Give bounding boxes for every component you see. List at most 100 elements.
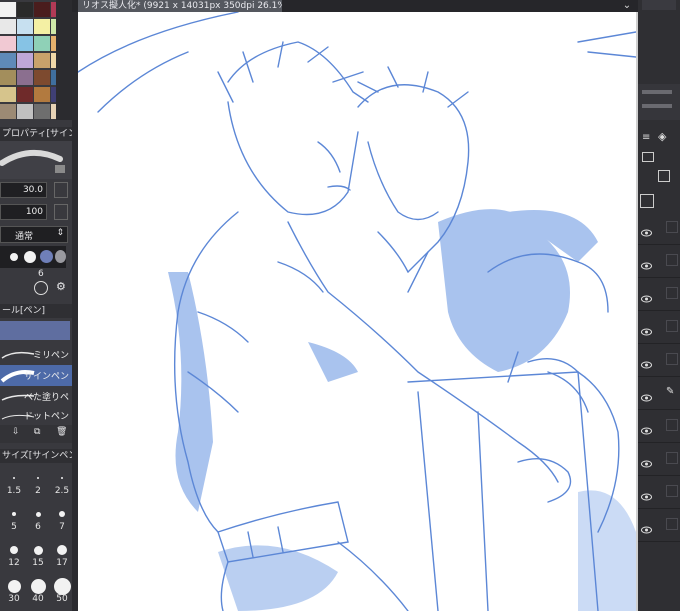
layer-lock-icon[interactable] (658, 170, 670, 182)
brush-stroke-preview (0, 141, 72, 179)
layer-row[interactable] (638, 245, 680, 278)
color-swatch[interactable] (17, 104, 33, 119)
layer-thumbnail[interactable] (666, 452, 678, 464)
layer-thumbnail[interactable] (666, 287, 678, 299)
layer-row[interactable] (638, 212, 680, 245)
brush-size-preset-dot[interactable] (59, 511, 65, 517)
eye-icon[interactable] (641, 519, 652, 534)
color-swatch[interactable] (0, 2, 16, 17)
pressure-toggle-size[interactable] (54, 182, 68, 198)
color-swatch[interactable] (34, 19, 50, 34)
duplicate-icon[interactable]: ⧉ (34, 427, 40, 437)
layer-property-controls[interactable] (638, 84, 680, 120)
brush-size-preset-dot[interactable] (7, 579, 21, 593)
color-swatch[interactable] (34, 36, 50, 51)
brush-size-preset-label: 1.5 (6, 486, 22, 496)
color-swatch[interactable] (0, 19, 16, 34)
wrench-icon[interactable]: ⚙ (56, 280, 66, 293)
sub-tool-footer: ⇩ ⧉ 🗑 (0, 425, 72, 443)
layer-thumbnail[interactable] (666, 254, 678, 266)
layer-icon[interactable]: ◈ (658, 130, 672, 144)
color-swatch[interactable] (0, 104, 16, 119)
eye-icon[interactable] (641, 453, 652, 468)
pen-icon[interactable]: ✎ (666, 386, 676, 397)
trash-icon[interactable]: 🗑 (56, 427, 67, 437)
top-right-control[interactable] (642, 0, 676, 10)
sub-tool-item-4[interactable]: ドットペン (0, 405, 72, 426)
layer-thumbnail[interactable] (666, 320, 678, 332)
color-swatch[interactable] (34, 104, 50, 119)
color-swatch[interactable] (17, 19, 33, 34)
brush-size-preset-label: 7 (59, 522, 65, 532)
layer-row[interactable] (638, 311, 680, 344)
palette-scrollbar[interactable] (56, 0, 72, 120)
brush-tip-selector[interactable] (0, 246, 66, 268)
document-tab[interactable]: リオス擬人化* (9921 x 14031px 350dpi 26.1%) (78, 0, 282, 12)
layer-grid-icon[interactable] (640, 194, 654, 208)
layers-stack-icon[interactable]: ≡ (642, 132, 654, 144)
eye-icon[interactable] (641, 288, 652, 303)
layer-row[interactable] (638, 443, 680, 476)
left-tool-panel: プロパティ[サインペ 30.0 100 通常 ⇕ 6 ⚙ ール[ペン] ミリペン… (0, 0, 72, 611)
brush-size-preset-dot[interactable] (61, 477, 63, 479)
brush-size-preset-dot[interactable] (37, 477, 39, 479)
eye-icon[interactable] (641, 255, 652, 270)
clock-icon[interactable] (34, 281, 48, 295)
brush-size-preset-dot[interactable] (12, 512, 16, 516)
color-swatch[interactable] (34, 53, 50, 68)
sub-tool-item-1[interactable]: ミリペン (0, 344, 72, 365)
layer-row[interactable] (638, 278, 680, 311)
brush-size-preset-dot[interactable] (13, 477, 15, 479)
color-swatch[interactable] (17, 70, 33, 85)
tab-menu-chevron-icon[interactable]: ⌄ (620, 0, 634, 12)
color-swatch[interactable] (0, 36, 16, 51)
layer-thumbnail[interactable] (666, 485, 678, 497)
pressure-toggle-opacity[interactable] (54, 204, 68, 220)
eye-icon[interactable] (641, 222, 652, 237)
color-swatch[interactable] (0, 53, 16, 68)
layer-thumbnail[interactable] (666, 518, 678, 530)
layer-row[interactable]: ✎ (638, 377, 680, 410)
color-swatch[interactable] (34, 87, 50, 102)
opacity-input[interactable]: 100 (0, 204, 47, 220)
layer-mode-icon[interactable] (642, 152, 654, 162)
layer-row[interactable] (638, 509, 680, 542)
brush-size-preset-dot[interactable] (35, 511, 41, 517)
brush-size-preset-dot[interactable] (33, 545, 43, 555)
import-icon[interactable]: ⇩ (12, 427, 20, 437)
eye-icon[interactable] (641, 321, 652, 336)
layer-row[interactable] (638, 344, 680, 377)
sub-tool-item-2-selected[interactable]: サインペン (0, 365, 72, 386)
color-swatch[interactable] (17, 36, 33, 51)
color-swatch[interactable] (34, 2, 50, 17)
color-swatch[interactable] (17, 53, 33, 68)
layer-thumbnail[interactable] (666, 419, 678, 431)
color-swatch[interactable] (34, 70, 50, 85)
brush-size-preset-label: 5 (11, 522, 17, 532)
brush-size-input[interactable]: 30.0 (0, 182, 47, 198)
stabilization-value: 6 (38, 269, 44, 279)
sub-tool-group-tab[interactable] (0, 321, 70, 340)
color-swatch[interactable] (0, 87, 16, 102)
brush-size-preset-dot[interactable] (53, 577, 71, 595)
eye-icon[interactable] (641, 420, 652, 435)
eye-icon[interactable] (641, 387, 652, 402)
color-swatch[interactable] (0, 70, 16, 85)
layer-row[interactable] (638, 410, 680, 443)
drawing-canvas[interactable] (78, 12, 636, 611)
blend-mode-select[interactable]: 通常 ⇕ (0, 226, 68, 243)
color-swatch[interactable] (17, 87, 33, 102)
brush-size-preset-dot[interactable] (57, 545, 67, 555)
brush-size-preset-label: 40 (32, 594, 44, 604)
color-swatch[interactable] (17, 2, 33, 17)
layer-thumbnail[interactable] (666, 353, 678, 365)
eye-icon[interactable] (641, 354, 652, 369)
brush-size-preset-dot[interactable] (30, 578, 46, 594)
layer-thumbnail[interactable] (666, 221, 678, 233)
layer-row[interactable] (638, 476, 680, 509)
sub-tool-item-3[interactable]: べた塗りペ (0, 386, 72, 407)
brush-size-header: サイズ[サインペン] (0, 449, 72, 463)
eye-icon[interactable] (641, 486, 652, 501)
right-panel: ≡ ◈ ✎ (638, 0, 680, 611)
brush-size-preset-dot[interactable] (10, 546, 18, 554)
